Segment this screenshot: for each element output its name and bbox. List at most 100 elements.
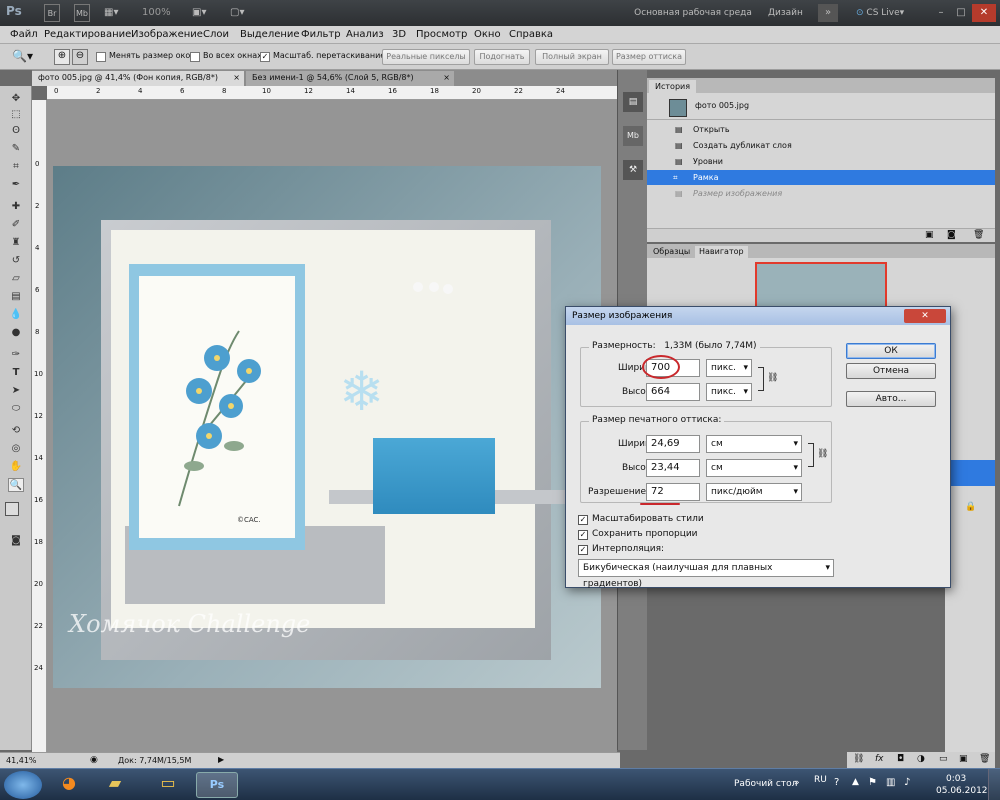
eraser-tool-icon[interactable]: ▱ <box>8 272 24 286</box>
crop-tool-icon[interactable]: ⌗ <box>8 160 24 174</box>
history-item[interactable]: ▤ Открыть <box>647 122 995 137</box>
auto-button[interactable]: Авто... <box>846 391 936 407</box>
dodge-tool-icon[interactable]: ● <box>8 326 24 340</box>
doc-width-unit-select[interactable]: см <box>706 435 802 453</box>
pixel-height-input[interactable]: 664 <box>646 383 700 401</box>
actual-pixels-button[interactable]: Реальные пикселы <box>382 49 470 65</box>
maximize-button[interactable]: □ <box>954 4 968 22</box>
zoom-in-icon[interactable]: ⊕ <box>54 49 70 65</box>
resolution-input[interactable]: 72 <box>646 483 700 501</box>
pixel-width-unit-select[interactable]: пикс. <box>706 359 752 377</box>
fit-screen-button[interactable]: Подогнать <box>474 49 530 65</box>
tray-help-icon[interactable]: ? <box>834 777 839 788</box>
zoom-tool-icon[interactable]: 🔍▾ <box>12 49 33 63</box>
screen-mode-icon[interactable]: ▢▾ <box>230 4 254 22</box>
resize-windows-checkbox[interactable] <box>96 52 106 62</box>
tab-history[interactable]: История <box>649 80 697 93</box>
menu-3d[interactable]: 3D <box>392 29 406 40</box>
new-document-icon[interactable]: ▣ <box>925 230 934 240</box>
print-size-button[interactable]: Размер оттиска <box>612 49 686 65</box>
pixel-height-unit-select[interactable]: пикс. <box>706 383 752 401</box>
history-item-selected[interactable]: ⌗ Рамка <box>647 170 995 185</box>
layer-mask-icon[interactable]: ◘ <box>897 754 904 764</box>
snapshot-camera-icon[interactable]: ◙ <box>947 230 956 240</box>
tray-network-icon[interactable]: ▥ <box>886 777 895 788</box>
history-item[interactable]: ▤ Создать дубликат слоя <box>647 138 995 153</box>
status-arrow-icon[interactable]: ▶ <box>218 755 224 764</box>
tab-photo[interactable]: фото 005.jpg @ 41,4% (Фон копия, RGB/8*)… <box>32 71 244 86</box>
resolution-unit-select[interactable]: пикс/дюйм <box>706 483 802 501</box>
workspace-more-icon[interactable]: » <box>818 4 838 22</box>
clock-date[interactable]: 05.06.2012 <box>936 786 988 796</box>
clock-time[interactable]: 0:03 <box>946 774 966 784</box>
view-extras-icon[interactable]: ▦▾ <box>104 4 128 22</box>
history-panel-icon[interactable]: ▤ <box>623 92 643 112</box>
firefox-icon[interactable]: ◕ <box>54 773 84 797</box>
menu-view[interactable]: Просмотр <box>416 29 467 40</box>
tray-flag-icon[interactable]: ⚑ <box>868 777 877 788</box>
layer-row-selected[interactable] <box>945 460 995 486</box>
workspace-design[interactable]: Дизайн <box>768 4 808 22</box>
workspace-basic[interactable]: Основная рабочая среда <box>630 4 756 22</box>
resample-checkbox[interactable]: ✓ <box>578 545 588 555</box>
trash-icon[interactable]: 🗑 <box>973 230 984 240</box>
photoshop-taskbar-icon[interactable]: Ps <box>196 772 238 798</box>
menu-image[interactable]: Изображение <box>131 29 203 40</box>
cards-icon[interactable]: ▰ <box>100 773 130 797</box>
explorer-icon[interactable]: ▭ <box>148 773 188 797</box>
history-brush-tool-icon[interactable]: ↺ <box>8 254 24 268</box>
desktop-toolbar-label[interactable]: Рабочий стол <box>734 779 797 789</box>
shape-tool-icon[interactable]: ⬭ <box>8 402 24 416</box>
clone-stamp-tool-icon[interactable]: ♜ <box>8 236 24 250</box>
blur-tool-icon[interactable]: 💧 <box>8 308 24 322</box>
pen-tool-icon[interactable]: ✑ <box>8 348 24 362</box>
document-image[interactable]: ©CAC. ❄ Хомячок Challenge <box>53 166 601 688</box>
layer-effects-icon[interactable]: fx <box>875 754 884 764</box>
brush-tool-icon[interactable]: ✐ <box>8 218 24 232</box>
constrain-checkbox[interactable]: ✓ <box>578 530 588 540</box>
minimize-button[interactable]: – <box>934 4 948 22</box>
mini-bridge-panel-icon[interactable]: Mb <box>623 126 643 146</box>
menu-analysis[interactable]: Анализ <box>346 29 384 40</box>
menu-help[interactable]: Справка <box>509 29 553 40</box>
doc-width-input[interactable]: 24,69 <box>646 435 700 453</box>
tray-up-arrow-icon[interactable]: ▲ <box>852 777 859 787</box>
menu-window[interactable]: Окно <box>474 29 501 40</box>
hand-tool-icon[interactable]: ✋ <box>8 460 24 474</box>
desktop-arrow-icon[interactable]: » <box>794 778 800 788</box>
link-layers-icon[interactable]: ⛓ <box>853 754 864 764</box>
lasso-tool-icon[interactable]: ʘ <box>8 124 24 138</box>
resample-method-select[interactable]: Бикубическая (наилучшая для плавных град… <box>578 559 834 589</box>
full-screen-button[interactable]: Полный экран <box>535 49 609 65</box>
adjustment-layer-icon[interactable]: ◑ <box>917 754 925 764</box>
foreground-color-swatch[interactable] <box>5 502 19 516</box>
canvas-area[interactable]: ©CAC. ❄ Хомячок Challenge <box>47 100 617 752</box>
new-layer-icon[interactable]: ▣ <box>959 754 968 764</box>
menu-edit[interactable]: Редактирование <box>44 29 131 40</box>
quick-mask-icon[interactable]: ◙ <box>8 534 24 548</box>
healing-brush-tool-icon[interactable]: ✚ <box>8 200 24 214</box>
gradient-tool-icon[interactable]: ▤ <box>8 290 24 304</box>
arrange-documents-icon[interactable]: ▣▾ <box>192 4 216 22</box>
move-tool-icon[interactable]: ✥ <box>8 92 24 106</box>
marquee-tool-icon[interactable]: ⬚ <box>8 108 24 122</box>
show-desktop-button[interactable] <box>988 769 1000 800</box>
start-button[interactable] <box>4 771 42 799</box>
close-icon[interactable]: × <box>233 71 240 85</box>
eyedropper-tool-icon[interactable]: ✒ <box>8 178 24 192</box>
cancel-button[interactable]: Отмена <box>846 363 936 379</box>
status-zoom[interactable]: 41,41% <box>6 756 37 765</box>
zoom-out-icon[interactable]: ⊖ <box>72 49 88 65</box>
cs-live-button[interactable]: ⊙ CS Live▾ <box>856 4 916 22</box>
bridge-icon[interactable]: Br <box>44 4 60 22</box>
tools-panel-icon[interactable]: ⚒ <box>623 160 643 180</box>
language-indicator[interactable]: RU <box>814 775 827 785</box>
type-tool-icon[interactable]: T <box>8 366 24 380</box>
scrubby-zoom-checkbox[interactable]: ✓ <box>260 52 270 62</box>
mini-bridge-icon[interactable]: Mb <box>74 4 90 22</box>
tab-swatches[interactable]: Образцы <box>649 246 694 258</box>
menu-layers[interactable]: Слои <box>203 29 229 40</box>
tab-untitled[interactable]: Без имени-1 @ 54,6% (Слой 5, RGB/8*) × <box>246 71 454 86</box>
doc-height-input[interactable]: 23,44 <box>646 459 700 477</box>
zoom-level[interactable]: 100% <box>142 4 182 22</box>
